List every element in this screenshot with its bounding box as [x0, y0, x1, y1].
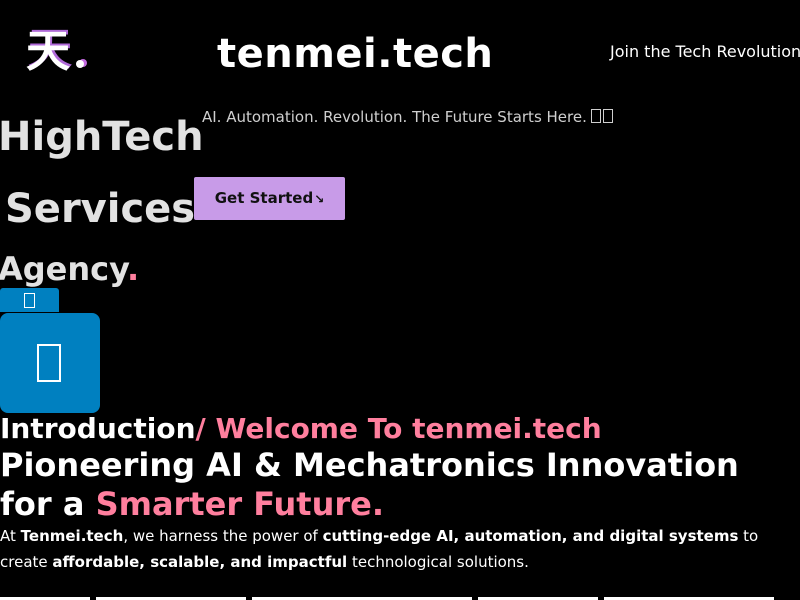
tenmei-logo-icon[interactable]: 天	[26, 26, 96, 78]
para-text-1: At	[0, 527, 21, 545]
hero-word-agency: Agency.	[0, 250, 139, 288]
para-text-4: technological solutions.	[347, 553, 529, 571]
para-bold-1: Tenmei.tech	[20, 527, 124, 545]
chat-tab-glyph-icon	[24, 293, 35, 308]
next-paragraph-cutoff	[0, 590, 800, 600]
robot-emoji-icon	[590, 109, 601, 123]
hero-tagline: AI. Automation. Revolution. The Future S…	[202, 107, 613, 127]
page: 天 tenmei.tech Join the Tech Revolution A…	[0, 0, 800, 600]
para-bold-3: affordable, scalable, and impactful	[52, 553, 348, 571]
logo-dot	[76, 60, 84, 68]
headline-accent: Smarter Future.	[95, 485, 385, 523]
chat-widget-glyph-icon	[37, 344, 61, 382]
join-revolution-link[interactable]: Join the Tech Revolution	[610, 42, 800, 62]
agency-text: Agency	[0, 250, 128, 288]
tagline-text: AI. Automation. Revolution. The Future S…	[202, 108, 587, 126]
para-text-2: , we harness the power of	[123, 527, 323, 545]
logo-glyph: 天	[26, 26, 70, 77]
hero-word-services: Services	[5, 186, 196, 232]
chat-tab-icon[interactable]	[0, 288, 59, 312]
rocket-emoji-icon	[602, 109, 613, 123]
para-bold-2: cutting-edge AI, automation, and digital…	[322, 527, 739, 545]
intro-welcome: / Welcome To tenmei.tech	[195, 412, 602, 445]
intro-heading: Introduction/ Welcome To tenmei.tech	[0, 411, 602, 447]
get-started-button[interactable]: Get Started↘	[194, 177, 345, 220]
chat-widget-icon[interactable]	[0, 313, 100, 413]
intro-headline: Pioneering AI & Mechatronics Innovation …	[0, 446, 800, 524]
hero-word-hightech: HighTech	[0, 114, 204, 160]
agency-accent-dot: .	[127, 250, 140, 288]
intro-paragraph: At Tenmei.tech, we harness the power of …	[0, 523, 790, 575]
site-title: tenmei.tech	[217, 31, 494, 77]
arrow-icon: ↘	[314, 192, 325, 206]
get-started-label: Get Started	[214, 189, 314, 207]
intro-label: Introduction	[0, 412, 196, 445]
